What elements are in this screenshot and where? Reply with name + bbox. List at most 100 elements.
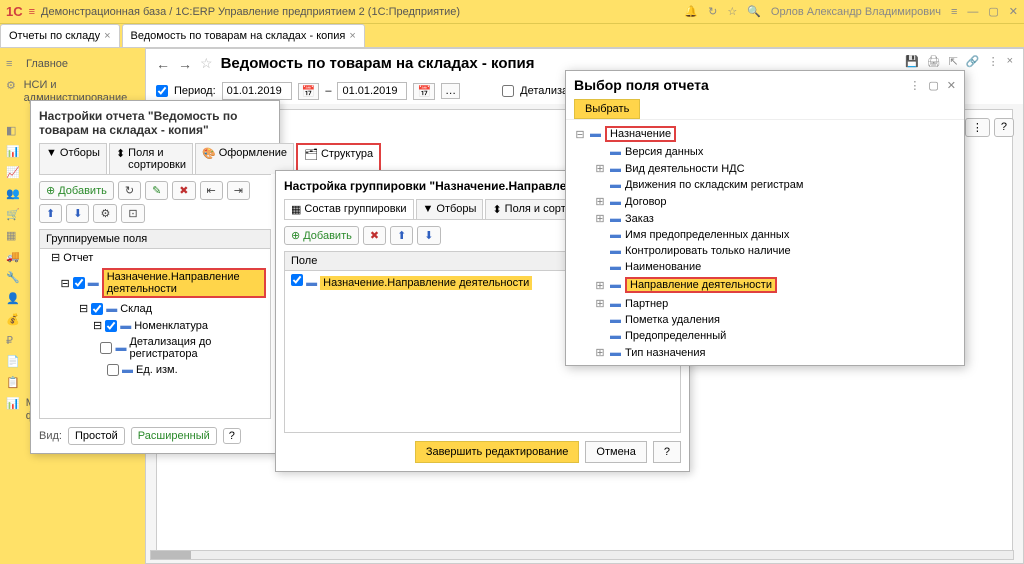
add-button[interactable]: ⊕Добавить	[284, 226, 359, 245]
down-button[interactable]: ⬇	[66, 204, 89, 223]
help-button[interactable]: ?	[653, 441, 681, 463]
expand-icon[interactable]: ⊞	[594, 279, 606, 292]
date-from-input[interactable]	[222, 82, 292, 100]
star-icon[interactable]: ☆	[727, 5, 737, 18]
user-name[interactable]: Орлов Александр Владимирович	[771, 6, 941, 18]
tab-current[interactable]: Ведомость по товарам на складах - копия …	[122, 24, 365, 47]
tree-item[interactable]: ⊞▬Тип назначения	[574, 344, 956, 361]
scrollbar-horizontal[interactable]	[150, 550, 1014, 560]
expand-icon[interactable]: ⊞	[594, 212, 606, 225]
period-more-icon[interactable]: …	[441, 83, 460, 99]
tree-row-report[interactable]: ⊟ Отчет	[40, 249, 270, 266]
row-checkbox[interactable]	[105, 320, 117, 332]
delete-button[interactable]: ✖	[363, 226, 386, 245]
tab-sort[interactable]: ⬍Поля и сортировки	[109, 143, 193, 174]
tab-filters[interactable]: ▼Отборы	[416, 199, 484, 219]
tree-item[interactable]: ▬Имя предопределенных данных	[574, 227, 956, 243]
maximize-icon[interactable]: ▢	[928, 79, 938, 92]
row-checkbox[interactable]	[100, 342, 112, 354]
search-icon[interactable]: 🔍	[747, 5, 761, 18]
row-checkbox[interactable]	[107, 364, 119, 376]
tree-item[interactable]: ⊞▬Вид деятельности НДС	[574, 160, 956, 177]
back-icon[interactable]: ←	[156, 56, 170, 72]
close-icon[interactable]: ✕	[1009, 5, 1018, 18]
forward-icon[interactable]: →	[178, 56, 192, 72]
collapse-icon[interactable]: ⊟	[93, 319, 102, 332]
date-to-input[interactable]	[337, 82, 407, 100]
hamburger-icon[interactable]: ≡	[29, 6, 35, 18]
view-extended-button[interactable]: Расширенный	[131, 427, 217, 445]
tree-item[interactable]: ▬Версия данных	[574, 144, 956, 160]
close-icon[interactable]: ×	[1007, 55, 1013, 68]
tool-button[interactable]: ⊡	[121, 204, 144, 223]
edit-button[interactable]: ✎	[145, 181, 168, 200]
detail-checkbox[interactable]	[502, 85, 514, 97]
tab-filters[interactable]: ▼Отборы	[39, 143, 107, 174]
more-icon[interactable]: ⋮	[909, 79, 920, 92]
tree-item[interactable]: ▬Движения по складским регистрам	[574, 177, 956, 193]
favorite-icon[interactable]: ☆	[200, 55, 213, 72]
add-button[interactable]: ⊕Добавить	[39, 181, 114, 200]
more-icon[interactable]: ⋮	[988, 55, 999, 68]
tree-item[interactable]: ▬Пометка удаления	[574, 312, 956, 328]
tree-item[interactable]: ▬Контролировать только наличие	[574, 243, 956, 259]
tree-item[interactable]: ⊞▬Заказ	[574, 210, 956, 227]
delete-button[interactable]: ✖	[172, 181, 195, 200]
minimize-icon[interactable]: —	[967, 6, 978, 18]
row-checkbox[interactable]	[291, 274, 303, 286]
cancel-button[interactable]: Отмена	[585, 441, 646, 463]
close-icon[interactable]: ✕	[947, 79, 956, 92]
tree-item[interactable]: ⊞▬Партнер	[574, 295, 956, 312]
close-icon[interactable]: ×	[349, 30, 355, 42]
up-button[interactable]: ⬆	[390, 226, 413, 245]
expand-icon[interactable]: ⊞	[594, 162, 606, 175]
tab-reports[interactable]: Отчеты по складу ×	[0, 24, 120, 47]
finish-button[interactable]: Завершить редактирование	[415, 441, 580, 463]
export-icon[interactable]: ⇱	[949, 55, 958, 68]
close-icon[interactable]: ×	[104, 30, 110, 42]
tool-button[interactable]: ↻	[118, 181, 141, 200]
tab-composition[interactable]: ▦Состав группировки	[284, 199, 414, 219]
collapse-icon[interactable]: ⊟	[574, 128, 586, 141]
tree-item[interactable]: ⊞▬Направление деятельности	[574, 275, 956, 295]
help-button[interactable]: ?	[994, 118, 1014, 137]
more-button[interactable]: ⋮	[965, 118, 990, 137]
tree-row-ed[interactable]: ▬ Ед. изм.	[40, 362, 270, 378]
tree-row-naznach[interactable]: ⊟ ▬ Назначение.Направление деятельности	[40, 266, 270, 300]
tool-button[interactable]: ⇥	[227, 181, 250, 200]
tree-row-sklad[interactable]: ⊟ ▬ Склад	[40, 300, 270, 317]
help-button[interactable]: ?	[223, 428, 241, 444]
scrollbar-thumb[interactable]	[151, 551, 191, 559]
tree-item[interactable]: ⊞▬Договор	[574, 193, 956, 210]
maximize-icon[interactable]: ▢	[988, 5, 998, 18]
expand-icon[interactable]: ⊞	[594, 346, 606, 359]
tree-item[interactable]: ▬Наименование	[574, 259, 956, 275]
save-icon[interactable]: 💾	[905, 55, 919, 68]
calendar-icon[interactable]: 📅	[298, 83, 320, 100]
tree-item[interactable]: ▬Предопределенный	[574, 328, 956, 344]
tree-root[interactable]: ⊟ ▬ Назначение	[574, 124, 956, 144]
tool-button[interactable]: ⚙	[93, 204, 117, 223]
settings-icon[interactable]: ≡	[951, 6, 957, 18]
expand-icon[interactable]: ⊞	[594, 195, 606, 208]
period-checkbox[interactable]	[156, 85, 168, 97]
collapse-icon[interactable]: ⊟	[51, 251, 60, 264]
down-button[interactable]: ⬇	[417, 226, 440, 245]
row-checkbox[interactable]	[91, 303, 103, 315]
history-icon[interactable]: ↻	[708, 5, 717, 18]
print-icon[interactable]: 🖨	[927, 55, 941, 68]
tree-row-nomen[interactable]: ⊟ ▬ Номенклатура	[40, 317, 270, 334]
sidebar-item-main[interactable]: ≡ Главное	[0, 54, 145, 75]
select-button[interactable]: Выбрать	[574, 99, 640, 119]
tool-button[interactable]: ⇤	[200, 181, 223, 200]
tree-row-detail[interactable]: ▬ Детализация до регистратора	[40, 334, 270, 362]
up-button[interactable]: ⬆	[39, 204, 62, 223]
calendar-icon[interactable]: 📅	[413, 83, 435, 100]
row-checkbox[interactable]	[73, 277, 85, 289]
collapse-icon[interactable]: ⊟	[60, 277, 69, 290]
link-icon[interactable]: 🔗	[966, 55, 980, 68]
expand-icon[interactable]: ⊞	[594, 297, 606, 310]
collapse-icon[interactable]: ⊟	[79, 302, 88, 315]
view-simple-button[interactable]: Простой	[68, 427, 125, 445]
bell-icon[interactable]: 🔔	[684, 5, 698, 18]
